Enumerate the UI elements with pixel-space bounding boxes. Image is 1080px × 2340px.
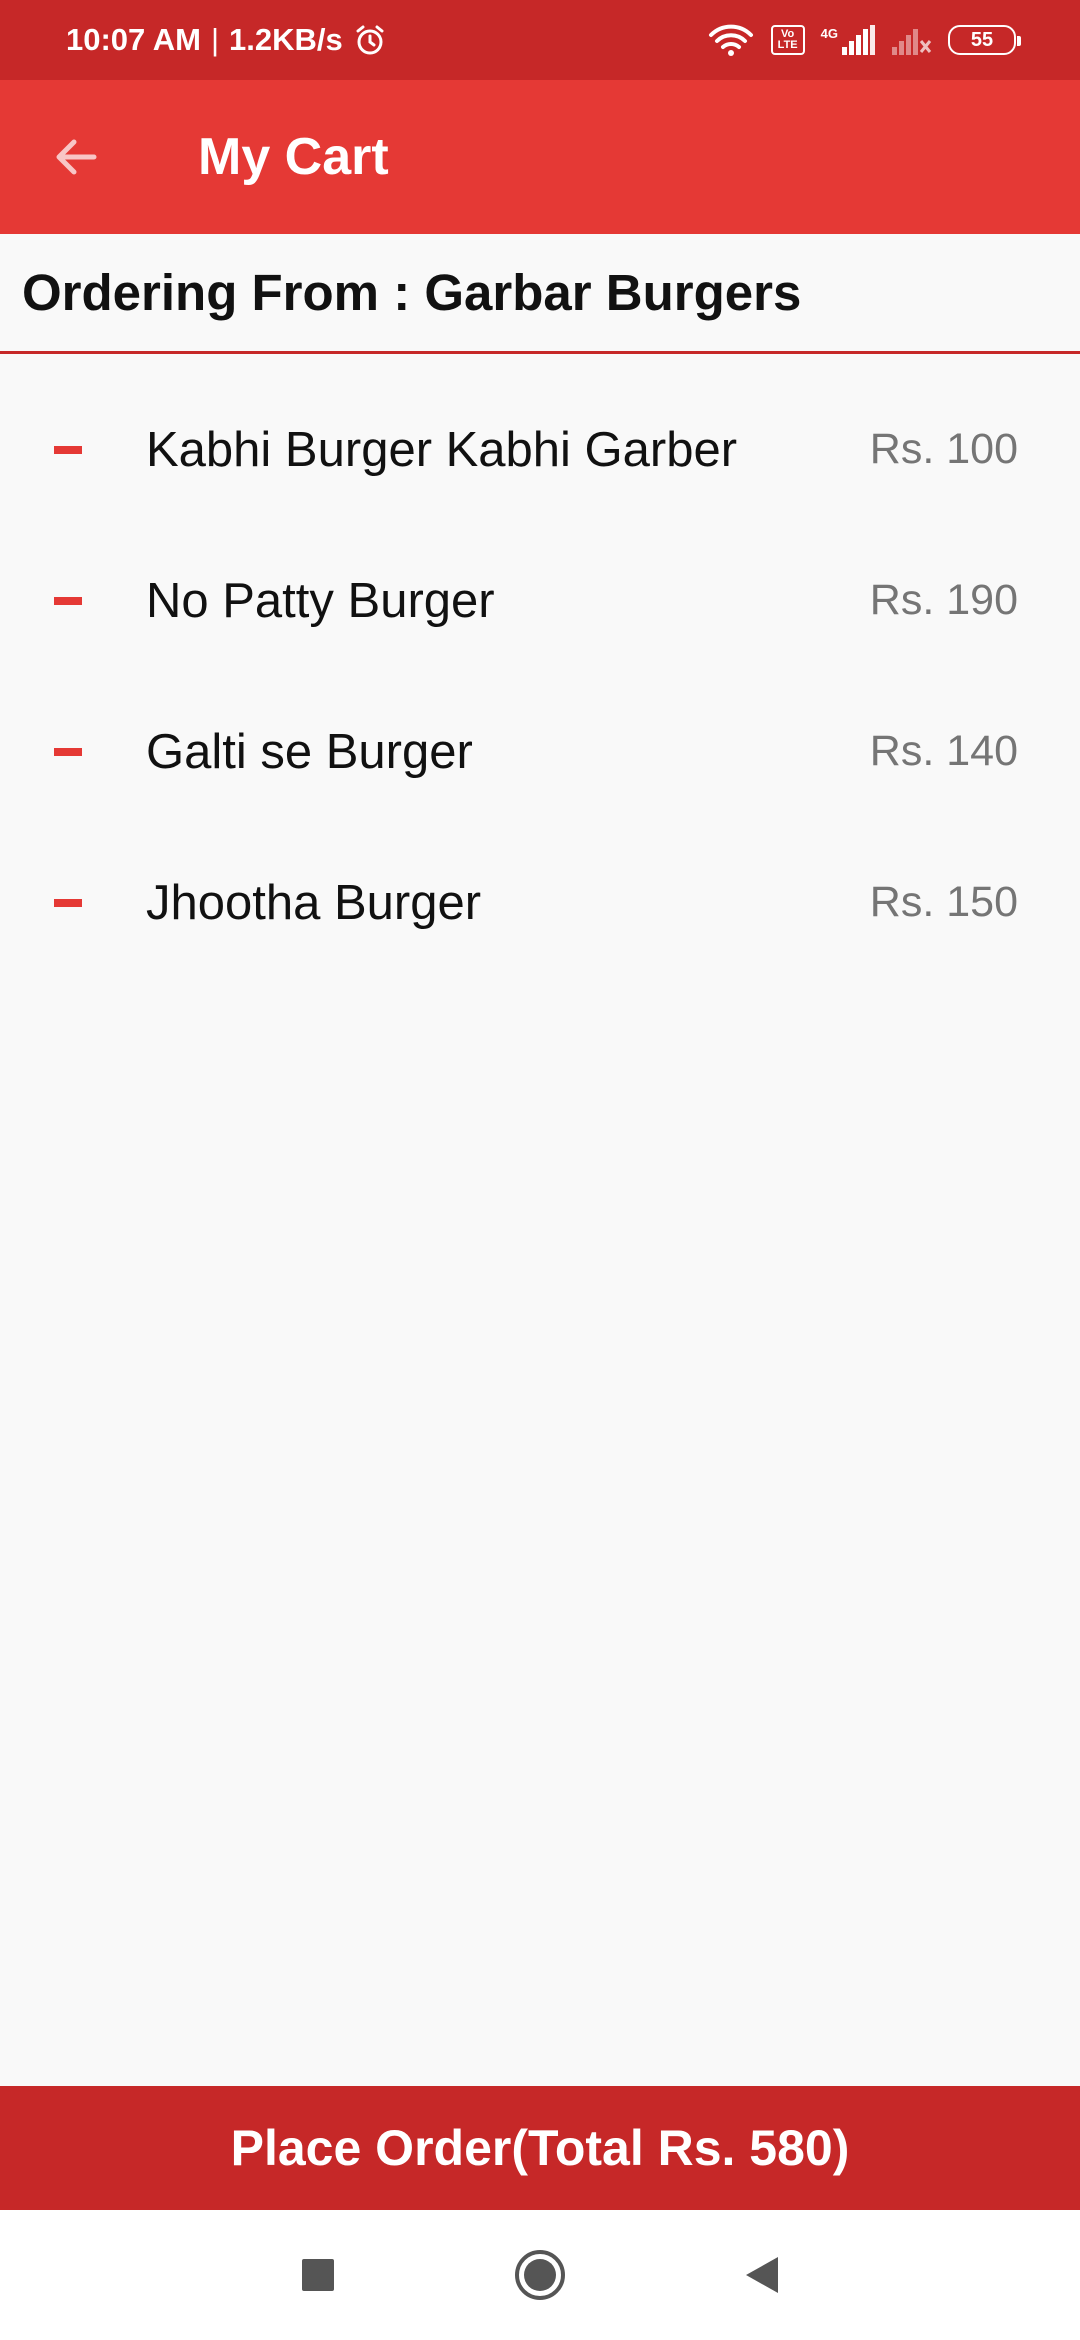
status-right: Vo LTE 4G 55 <box>707 23 1021 57</box>
cart-item-price: Rs. 190 <box>869 576 1018 624</box>
minus-icon <box>54 898 82 907</box>
no-signal-icon <box>892 25 932 55</box>
cart-item-price: Rs. 100 <box>869 425 1018 473</box>
recents-button[interactable] <box>263 2220 373 2330</box>
alarm-icon <box>353 23 387 57</box>
status-left: 10:07 AM | 1.2KB/s <box>66 22 387 58</box>
system-back-button[interactable] <box>707 2220 817 2330</box>
cart-item-name: No Patty Burger <box>146 573 495 628</box>
remove-item-button[interactable] <box>18 551 118 651</box>
remove-item-button[interactable] <box>18 853 118 953</box>
wifi-icon <box>707 23 755 57</box>
cart-screen: 10:07 AM | 1.2KB/s Vo LTE 4G 55 My Cart … <box>0 0 1080 2340</box>
status-bar: 10:07 AM | 1.2KB/s Vo LTE 4G 55 <box>0 0 1080 80</box>
arrow-left-icon <box>50 131 102 183</box>
page-title: My Cart <box>198 128 389 186</box>
status-separator: | <box>210 22 220 57</box>
minus-icon <box>54 596 82 605</box>
cart-item-price: Rs. 150 <box>869 878 1018 926</box>
back-triangle-icon <box>744 2255 780 2295</box>
cart-item: Galti se Burger Rs. 140 <box>0 676 1080 827</box>
cart-item-name: Kabhi Burger Kabhi Garber <box>146 422 738 477</box>
place-order-button[interactable]: Place Order(Total Rs. 580) <box>0 2086 1080 2210</box>
ordering-from-heading: Ordering From : Garbar Burgers <box>0 234 1080 354</box>
minus-icon <box>54 747 82 756</box>
battery-level: 55 <box>970 28 994 51</box>
cart-list: Kabhi Burger Kabhi Garber Rs. 100 No Pat… <box>0 374 1080 978</box>
volte-icon: Vo LTE <box>770 25 805 55</box>
remove-item-button[interactable] <box>18 400 118 500</box>
cart-item: Kabhi Burger Kabhi Garber Rs. 100 <box>0 374 1080 525</box>
home-circle-icon <box>513 2248 567 2302</box>
signal-block: 4G <box>821 25 876 55</box>
network-type: 4G <box>820 26 838 41</box>
recents-square-icon <box>301 2258 335 2292</box>
cart-item: No Patty Burger Rs. 190 <box>0 525 1080 676</box>
cart-item-price: Rs. 140 <box>869 727 1018 775</box>
remove-item-button[interactable] <box>18 702 118 802</box>
system-nav-bar <box>0 2210 1080 2340</box>
app-bar: My Cart <box>0 80 1080 234</box>
back-button[interactable] <box>16 80 136 234</box>
minus-icon <box>54 445 82 454</box>
home-button[interactable] <box>485 2220 595 2330</box>
volte-line2: LTE <box>777 39 798 51</box>
cart-item-name: Galti se Burger <box>146 724 473 779</box>
status-net-speed: 1.2KB/s <box>229 22 343 57</box>
status-time: 10:07 AM <box>66 22 201 57</box>
cart-item-name: Jhootha Burger <box>146 875 482 930</box>
battery-icon: 55 <box>948 25 1021 55</box>
signal-icon <box>842 25 876 55</box>
cart-item: Jhootha Burger Rs. 150 <box>0 827 1080 978</box>
